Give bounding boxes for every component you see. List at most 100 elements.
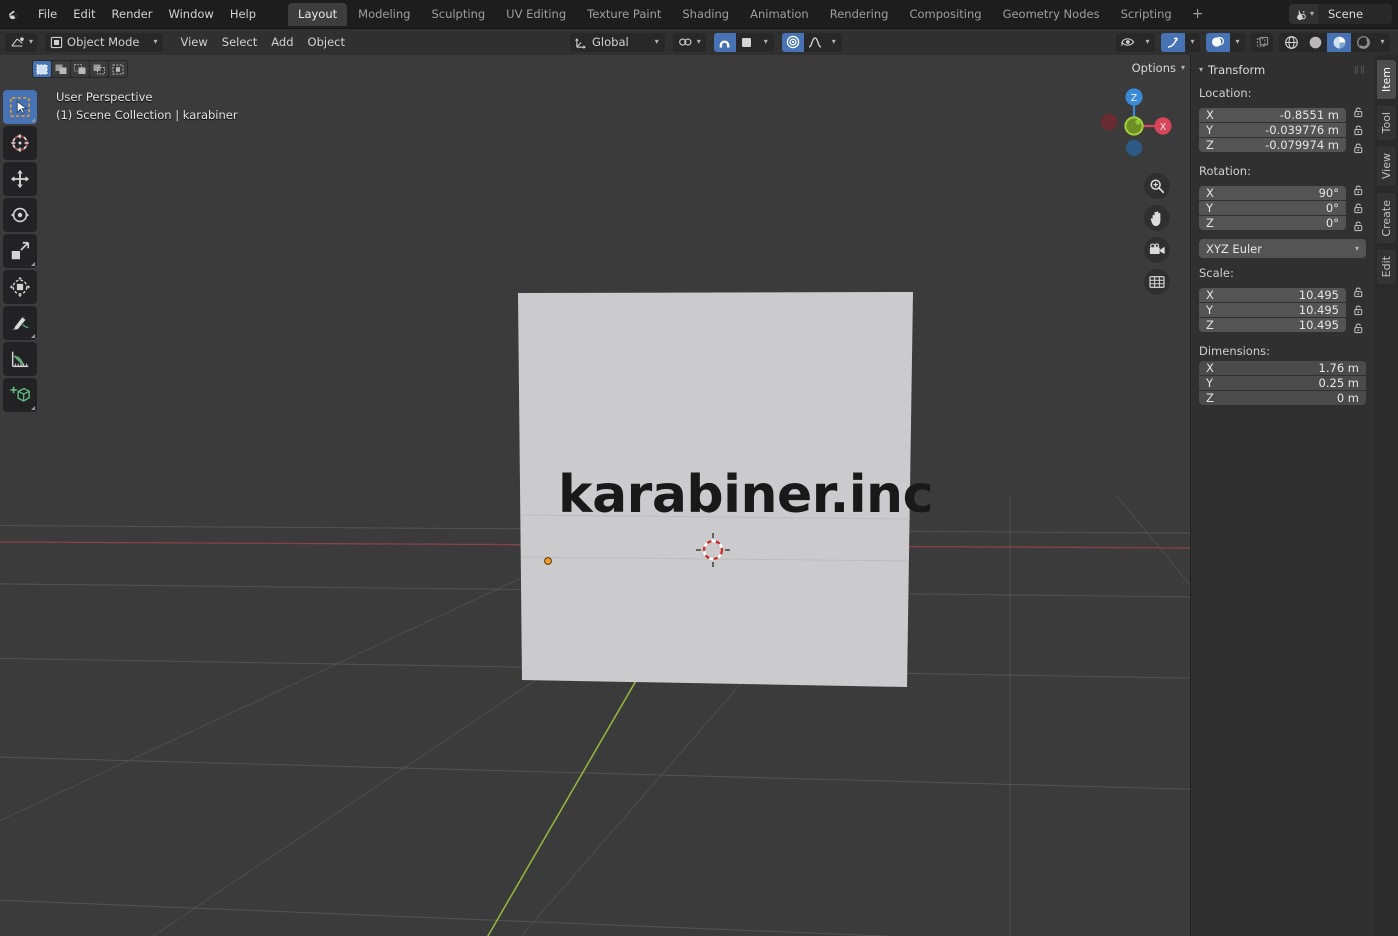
- transform-tool[interactable]: [3, 270, 37, 304]
- chevron-down-icon[interactable]: ▾: [758, 33, 774, 52]
- blender-logo-icon[interactable]: [0, 0, 30, 29]
- toggle-perspective-icon[interactable]: [1144, 269, 1170, 295]
- xray-icon[interactable]: [1251, 32, 1273, 52]
- location-x-field[interactable]: X -0.8551 m: [1199, 107, 1346, 122]
- workspace-tab-layout[interactable]: Layout: [288, 2, 348, 26]
- menu-edit[interactable]: Edit: [65, 4, 103, 24]
- dimensions-z-field[interactable]: Z 0 m: [1199, 391, 1366, 405]
- smooth-falloff-icon[interactable]: [804, 33, 826, 52]
- workspace-tab-compositing[interactable]: Compositing: [899, 3, 991, 26]
- viewport-options-button[interactable]: Options ▾: [1132, 61, 1185, 75]
- transform-panel-header[interactable]: ▾ Transform ⣿⣿: [1191, 59, 1374, 83]
- menu-file[interactable]: File: [30, 4, 65, 24]
- chevron-down-icon[interactable]: ▾: [826, 33, 842, 52]
- dimensions-y-field[interactable]: Y 0.25 m: [1199, 376, 1366, 390]
- chevron-down-icon[interactable]: ▾: [1230, 33, 1245, 52]
- viewport-menu-view[interactable]: View: [173, 33, 214, 52]
- sidebar-tab-create[interactable]: Create: [1377, 191, 1397, 245]
- object-origin-dot[interactable]: [541, 554, 555, 568]
- dimensions-x-field[interactable]: X 1.76 m: [1199, 361, 1366, 375]
- viewport-menu-add[interactable]: Add: [264, 33, 300, 52]
- lock-location-y[interactable]: [1350, 121, 1366, 138]
- pan-hand-icon[interactable]: [1144, 205, 1170, 231]
- editor-type-3d-viewport-icon[interactable]: ▾: [5, 32, 38, 52]
- viewport-menu-select[interactable]: Select: [215, 33, 264, 52]
- select-extend-mode[interactable]: [52, 61, 70, 77]
- chevron-down-icon[interactable]: ▾: [1185, 33, 1200, 52]
- tweak-select-box-tool[interactable]: [3, 90, 37, 124]
- scale-x-field[interactable]: X 10.495: [1199, 287, 1346, 302]
- rotation-x-field[interactable]: X 90°: [1199, 185, 1346, 200]
- select-intersect-mode[interactable]: [109, 61, 127, 77]
- workspace-tab-modeling[interactable]: Modeling: [348, 3, 420, 26]
- overlays-icon[interactable]: [1206, 32, 1230, 52]
- workspace-tab-animation[interactable]: Animation: [740, 3, 819, 26]
- snap-target-icon[interactable]: [736, 33, 758, 52]
- workspace-tab-uv-editing[interactable]: UV Editing: [496, 3, 576, 26]
- proportional-editing-toggle[interactable]: [781, 32, 804, 52]
- lock-scale-z[interactable]: [1350, 319, 1366, 336]
- wireframe-shading-icon[interactable]: [1279, 33, 1303, 52]
- scale-z-field[interactable]: Z 10.495: [1199, 317, 1346, 332]
- 3d-viewport[interactable]: karabiner.inc User Perspective (1) Scene…: [0, 55, 1398, 936]
- zoom-icon[interactable]: [1144, 173, 1170, 199]
- lock-location-z[interactable]: [1350, 139, 1366, 156]
- workspace-tab-shading[interactable]: Shading: [672, 3, 739, 26]
- sidebar-tab-view[interactable]: View: [1377, 145, 1397, 188]
- scale-y-field[interactable]: Y 10.495: [1199, 302, 1346, 317]
- snap-toggle[interactable]: [713, 32, 736, 52]
- workspace-tab-rendering[interactable]: Rendering: [820, 3, 899, 26]
- solid-shading-icon[interactable]: [1303, 33, 1327, 52]
- select-invert-mode[interactable]: [90, 61, 108, 77]
- scale-tool[interactable]: [3, 234, 37, 268]
- mode-selector[interactable]: Object Mode ▾: [45, 32, 164, 52]
- scene-name-field[interactable]: Scene: [1318, 4, 1392, 24]
- select-set-mode[interactable]: [33, 61, 51, 77]
- add-workspace-button[interactable]: +: [1183, 6, 1213, 22]
- chevron-down-icon[interactable]: ▾: [1375, 33, 1390, 52]
- viewport-menu-object[interactable]: Object: [301, 33, 352, 52]
- rotation-mode-dropdown[interactable]: XYZ Euler ▾: [1199, 239, 1366, 258]
- cursor-tool[interactable]: [3, 126, 37, 160]
- material-preview-shading-icon[interactable]: [1327, 32, 1351, 52]
- pivot-point-selector[interactable]: ▾: [672, 32, 706, 52]
- location-z-field[interactable]: Z -0.079974 m: [1199, 137, 1346, 152]
- rotate-tool[interactable]: [3, 198, 37, 232]
- lock-location-x[interactable]: [1350, 103, 1366, 120]
- rotation-z-field[interactable]: Z 0°: [1199, 215, 1346, 230]
- rendered-shading-icon[interactable]: [1351, 33, 1375, 52]
- workspace-tab-scripting[interactable]: Scripting: [1111, 3, 1182, 26]
- lock-scale-x[interactable]: [1350, 283, 1366, 300]
- navigation-axis-gizmo[interactable]: Z X: [1092, 82, 1176, 166]
- lock-rotation-z[interactable]: [1350, 217, 1366, 234]
- transform-orientation-selector[interactable]: Global ▾: [570, 32, 665, 52]
- sidebar-tab-edit[interactable]: Edit: [1377, 248, 1397, 286]
- gizmo-icon[interactable]: [1161, 32, 1185, 52]
- lock-rotation-x[interactable]: [1350, 181, 1366, 198]
- rotation-y-field[interactable]: Y 0°: [1199, 200, 1346, 215]
- camera-view-icon[interactable]: [1144, 237, 1170, 263]
- lock-rotation-y[interactable]: [1350, 199, 1366, 216]
- move-tool[interactable]: [3, 162, 37, 196]
- scene-icon[interactable]: ▾: [1288, 4, 1318, 24]
- measure-tool[interactable]: [3, 342, 37, 376]
- visibility-icon[interactable]: [1116, 33, 1140, 52]
- workspace-tab-texture-paint[interactable]: Texture Paint: [577, 3, 671, 26]
- add-cube-tool[interactable]: [3, 378, 37, 412]
- location-y-field[interactable]: Y -0.039776 m: [1199, 122, 1346, 137]
- menu-render[interactable]: Render: [104, 4, 161, 24]
- select-subtract-mode[interactable]: [71, 61, 89, 77]
- annotate-tool[interactable]: [3, 306, 37, 340]
- sidebar-tab-item[interactable]: Item: [1377, 59, 1397, 101]
- lock-scale-y[interactable]: [1350, 301, 1366, 318]
- dimensions-y-value: 0.25 m: [1318, 376, 1359, 390]
- scene-selector[interactable]: ▾ Scene: [1288, 4, 1392, 24]
- panel-grip-icon[interactable]: ⣿⣿: [1354, 66, 1366, 74]
- menu-help[interactable]: Help: [222, 4, 264, 24]
- chevron-down-icon[interactable]: ▾: [1140, 33, 1155, 52]
- workspace-tab-geometry-nodes[interactable]: Geometry Nodes: [993, 3, 1110, 26]
- sidebar-tab-tool[interactable]: Tool: [1377, 104, 1397, 142]
- 3d-cursor[interactable]: [696, 533, 730, 567]
- menu-window[interactable]: Window: [160, 4, 221, 24]
- workspace-tab-sculpting[interactable]: Sculpting: [421, 3, 495, 26]
